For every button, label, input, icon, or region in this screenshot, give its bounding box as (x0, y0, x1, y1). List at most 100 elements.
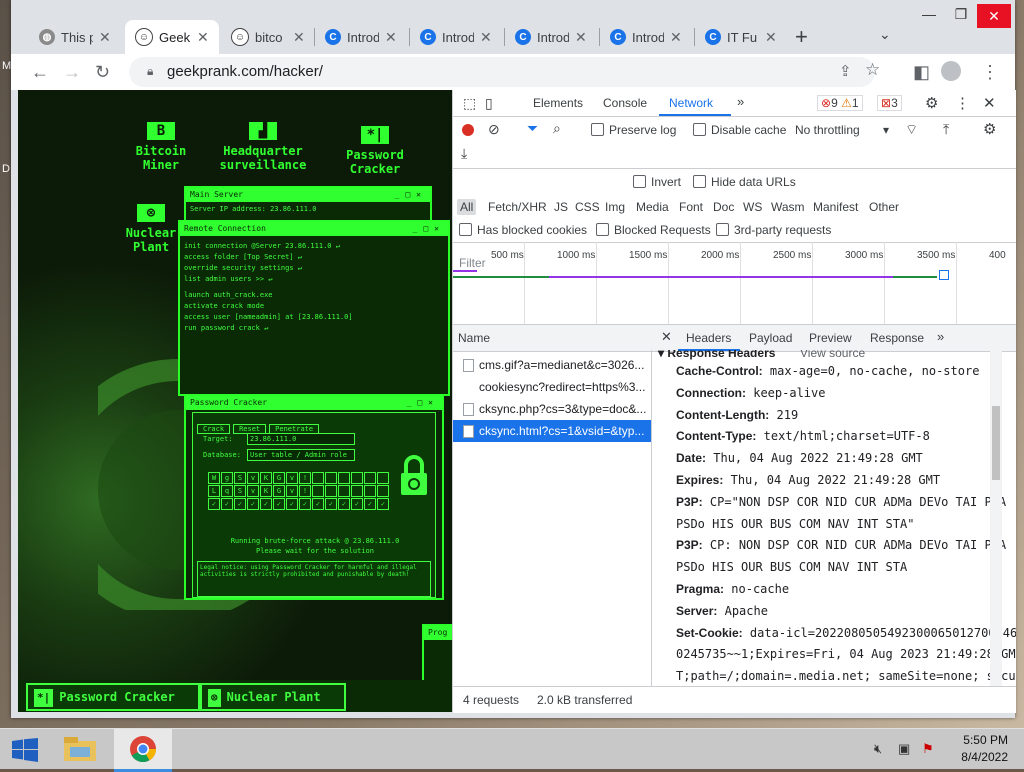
password-cracker-window[interactable]: Password Cracker _□✕ Crack Reset Penetrate … (184, 394, 444, 600)
windows-start-icon[interactable] (12, 738, 38, 767)
close-icon[interactable]: ✕ (293, 29, 305, 46)
profile-avatar-icon[interactable] (941, 61, 961, 81)
chrome-taskbar-button[interactable] (114, 729, 172, 772)
throttling-select[interactable]: No throttling ▾ (795, 123, 889, 137)
close-icon[interactable]: ✕ (575, 29, 587, 46)
close-icon[interactable]: ✕ (99, 29, 111, 46)
type-filter-css[interactable]: CSS (575, 200, 600, 214)
close-icon[interactable]: ✕ (197, 29, 209, 46)
more-detail-tabs-icon[interactable]: » (937, 329, 944, 344)
target-input[interactable]: 23.86.111.0 (247, 433, 355, 445)
type-filter-fetch-xhr[interactable]: Fetch/XHR (488, 200, 547, 214)
import-har-icon[interactable]: ⤒ (943, 121, 949, 138)
preserve-log-checkbox[interactable]: Preserve log (591, 123, 676, 137)
volume-muted-icon[interactable]: 🔇︎ (874, 741, 882, 757)
type-filter-ws[interactable]: WS (743, 200, 762, 214)
more-tabs-icon[interactable]: » (737, 94, 744, 109)
checkbox[interactable] (693, 175, 706, 188)
tab-2-active[interactable]: ☺ GeekI ✕ (125, 20, 219, 54)
checkbox[interactable] (596, 223, 609, 236)
minimize-icon[interactable]: — (916, 6, 942, 26)
forward-arrow-icon[interactable]: → (63, 62, 81, 83)
scrollbar-track[interactable] (990, 350, 1002, 686)
third-party-checkbox[interactable]: 3rd-party requests (716, 223, 831, 237)
issues-badge[interactable]: ⊠3 (877, 95, 902, 111)
taskbar-password-cracker[interactable]: *| Password Cracker (26, 683, 200, 711)
request-row[interactable]: cms.gif?a=medianet&c=3026... (453, 354, 651, 376)
action-center-icon[interactable]: ⚑ (922, 741, 934, 757)
checkbox[interactable] (716, 223, 729, 236)
checkbox[interactable] (459, 223, 472, 236)
search-icon[interactable]: ⌕ (553, 120, 561, 137)
database-input[interactable]: User table / Admin role (247, 449, 355, 461)
scrollbar-thumb[interactable] (992, 406, 1000, 480)
detail-tab-response[interactable]: Response (870, 331, 924, 345)
side-panel-icon[interactable]: ◧ (913, 62, 930, 83)
type-filter-font[interactable]: Font (679, 200, 703, 214)
close-icon[interactable]: ✕ (670, 29, 682, 46)
url-text[interactable]: geekprank.com/hacker/ (167, 63, 323, 80)
back-arrow-icon[interactable]: ← (31, 62, 49, 83)
clock[interactable]: 5:50 PM 8/4/2022 (948, 733, 1008, 764)
close-icon[interactable]: ✕ (385, 29, 397, 46)
share-icon[interactable]: ⇪ (839, 62, 852, 80)
window-controls[interactable]: _□✕ (407, 396, 439, 410)
remote-connection-window[interactable]: Remote Connection _□✕ init connection @Se… (178, 220, 450, 396)
tab-console[interactable]: Console (603, 96, 647, 110)
view-source-link[interactable]: View source (800, 350, 865, 360)
restore-icon[interactable]: ❐ (948, 6, 974, 26)
filter-funnel-icon[interactable]: ⏷ (527, 120, 538, 137)
type-filter-all[interactable]: All (457, 199, 477, 215)
taskbar-nuclear-plant[interactable]: ⊗ Nuclear Plant (200, 683, 346, 711)
tab-6[interactable]: C Introd ✕ (505, 20, 599, 54)
checkbox[interactable] (633, 175, 646, 188)
devtools-close-icon[interactable]: ✕ (983, 94, 996, 112)
detail-tab-payload[interactable]: Payload (749, 331, 792, 345)
window-close-icon[interactable]: ✕ (977, 4, 1011, 28)
type-filter-wasm[interactable]: Wasm (771, 200, 805, 214)
has-blocked-cookies-checkbox[interactable]: Has blocked cookies (459, 223, 587, 237)
tab-3[interactable]: ☺ bitco ✕ (221, 20, 315, 54)
blocked-requests-checkbox[interactable]: Blocked Requests (596, 223, 711, 237)
settings-gear-icon[interactable]: ⚙ (925, 94, 938, 112)
type-filter-media[interactable]: Media (636, 200, 669, 214)
tab-network[interactable]: Network (669, 96, 713, 110)
headquarter-surveillance-desktop-icon[interactable]: ▟ Headquarter surveillance (218, 122, 308, 172)
export-har-icon[interactable]: ⤓ (461, 145, 467, 162)
request-row[interactable]: cookiesync?redirect=https%3... (453, 376, 651, 398)
name-column-header[interactable]: Name (458, 331, 490, 345)
checkbox[interactable] (591, 123, 604, 136)
kebab-menu-icon[interactable]: ⋮ (981, 62, 999, 83)
address-bar[interactable]: 🔒︎ geekprank.com/hacker/ ⇪ ☆ (129, 57, 880, 87)
clear-icon[interactable]: ⊘ (488, 121, 500, 138)
reload-icon[interactable]: ↻ (95, 62, 110, 83)
file-explorer-icon[interactable] (62, 735, 98, 763)
close-icon[interactable]: ✕ (765, 29, 777, 46)
request-row-selected[interactable]: cksync.html?cs=1&vsid=&typ... (453, 420, 651, 442)
device-toolbar-icon[interactable]: ▯ (485, 95, 493, 112)
tab-1[interactable]: ◍ This p ✕ (29, 20, 123, 54)
type-filter-js[interactable]: JS (554, 200, 568, 214)
request-row[interactable]: cksync.php?cs=3&type=doc&... (453, 398, 651, 420)
type-filter-img[interactable]: Img (605, 200, 625, 214)
type-filter-doc[interactable]: Doc (713, 200, 734, 214)
network-timeline[interactable]: 500 ms 1000 ms 1500 ms 2000 ms 2500 ms 3… (453, 242, 1016, 324)
tab-5[interactable]: C Introd ✕ (410, 20, 504, 54)
window-controls[interactable]: _□✕ (413, 222, 445, 236)
tab-search-chevron-icon[interactable]: ⌄ (879, 26, 891, 43)
type-filter-manifest[interactable]: Manifest (813, 200, 858, 214)
checkbox[interactable] (693, 123, 706, 136)
password-cracker-desktop-icon[interactable]: *| Password Cracker (330, 126, 420, 176)
crack-button[interactable]: Crack (197, 424, 231, 434)
detail-tab-preview[interactable]: Preview (809, 331, 852, 345)
record-icon[interactable] (462, 124, 474, 136)
bitcoin-miner-desktop-icon[interactable]: B Bitcoin Miner (116, 122, 206, 172)
type-filter-other[interactable]: Other (869, 200, 899, 214)
lock-icon[interactable]: 🔒︎ (147, 64, 153, 79)
network-settings-gear-icon[interactable]: ⚙ (983, 120, 996, 138)
tab-8[interactable]: C IT Fu ✕ (695, 20, 789, 54)
window-controls[interactable]: _□✕ (395, 188, 427, 202)
window-titlebar[interactable]: Remote Connection _□✕ (180, 222, 448, 236)
devtools-menu-icon[interactable]: ⋮ (955, 94, 970, 112)
tab-elements[interactable]: Elements (533, 96, 583, 110)
